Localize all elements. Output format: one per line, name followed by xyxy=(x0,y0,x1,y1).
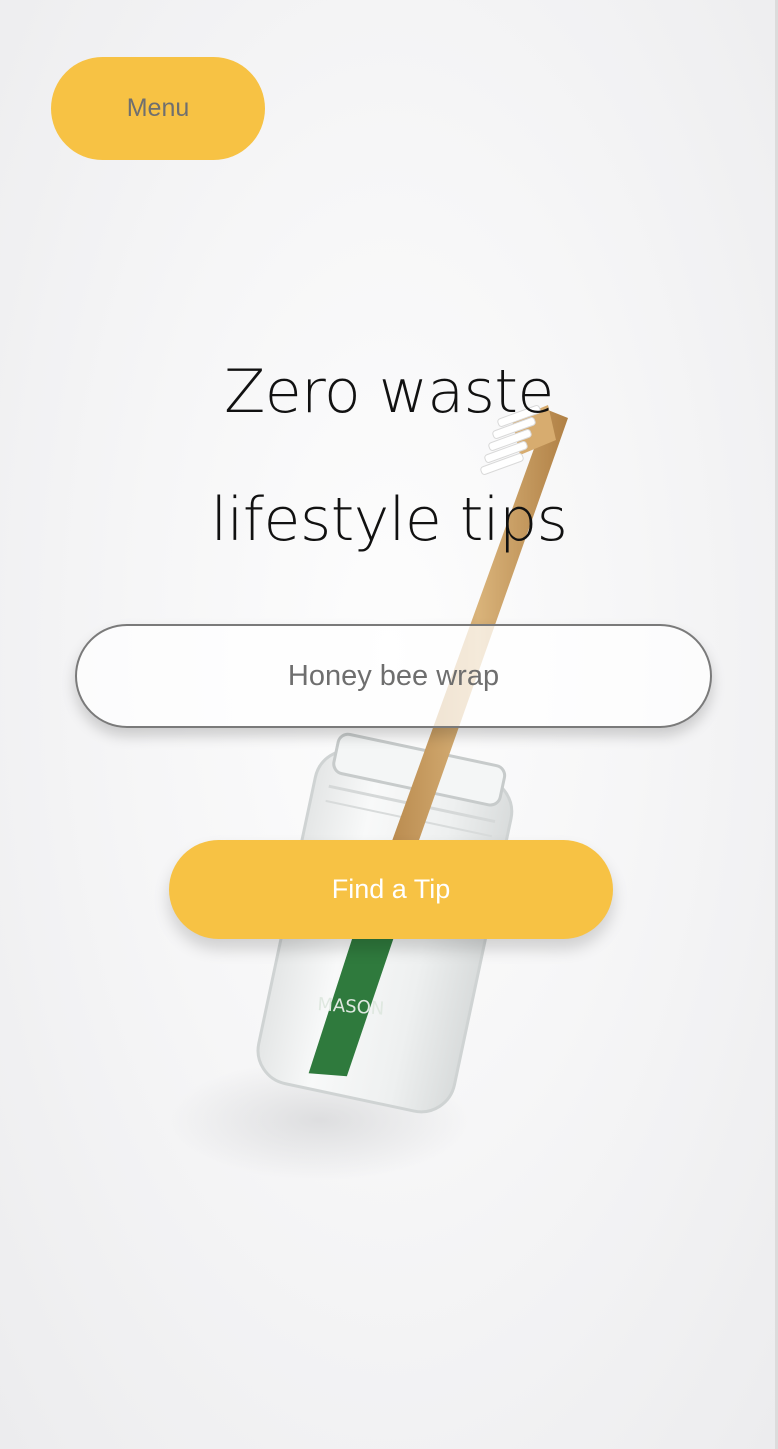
find-tip-button[interactable]: Find a Tip xyxy=(169,840,613,939)
page-title: Zero waste lifestyle tips xyxy=(0,328,778,584)
page-title-line-2: lifestyle tips xyxy=(210,485,568,555)
page-title-line-1: Zero waste xyxy=(224,357,554,427)
menu-button[interactable]: Menu xyxy=(51,57,265,160)
tip-search-input[interactable] xyxy=(75,624,712,728)
app-screen: MASON Menu Zero waste lifestyle tips Fin… xyxy=(0,0,778,1449)
